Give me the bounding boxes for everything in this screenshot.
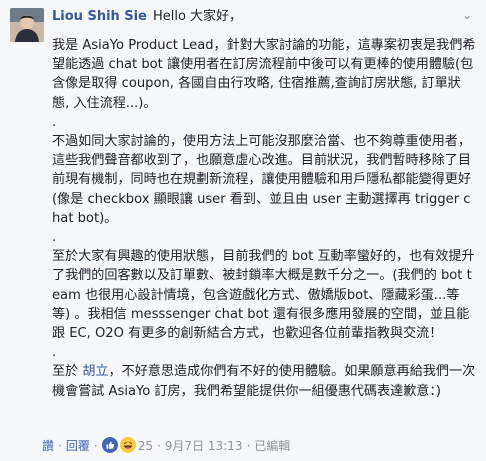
timestamp[interactable]: 9月7日 13:13	[165, 439, 243, 453]
separator: ·	[93, 439, 98, 453]
like-icon	[101, 437, 118, 453]
author-name[interactable]: Liou Shih Sie	[52, 9, 147, 24]
reaction-count: 25	[137, 439, 153, 453]
comment-header: Liou Shih Sie Hello 大家好，	[52, 8, 476, 26]
reply-button[interactable]: 回覆	[66, 439, 90, 453]
separator: ·	[156, 439, 161, 453]
like-button[interactable]: 讚	[42, 439, 54, 453]
separator-dot: .	[52, 230, 57, 246]
comment-body: 我是 AsiaYo Product Lead，針對大家討論的功能，這專案初衷是我…	[52, 36, 476, 401]
comment-bubble: Liou Shih Sie Hello 大家好， ⌄ 我是 AsiaYo Prod…	[52, 8, 476, 401]
separator-dot: .	[52, 114, 57, 130]
paragraph-2: 不過如同大家討論的，使用方法上可能沒那麼洽當、也不夠尊重使用者，這些我們聲音都收…	[52, 134, 471, 226]
edited-label[interactable]: 已編輯	[254, 439, 290, 453]
mention-link[interactable]: 胡立	[82, 364, 108, 379]
paragraph-4-prefix: 至於	[52, 364, 83, 380]
haha-icon	[119, 437, 136, 453]
separator-dot: .	[52, 345, 57, 361]
comment-actions: 讚 · 回覆 · 25 · 9月7日 13:13 · 已編輯	[42, 437, 290, 454]
paragraph-4-text: ，不好意思造成你們有不好的使用體驗。如果願意再給我們一次機會嘗試 AsiaYo …	[52, 364, 476, 399]
separator: ·	[58, 439, 62, 453]
avatar[interactable]	[10, 8, 44, 42]
reactions[interactable]: 25	[101, 437, 153, 453]
greeting-text: Hello 大家好，	[152, 9, 243, 24]
chevron-down-icon[interactable]: ⌄	[460, 8, 474, 22]
paragraph-1: 我是 AsiaYo Product Lead，針對大家討論的功能，這專案初衷是我…	[52, 38, 476, 111]
paragraph-3: 至於大家有興趣的使用狀態，目前我們的 bot 互動率蠻好的，也有效提升了我們的回…	[52, 249, 475, 342]
avatar-image	[10, 8, 44, 42]
separator: ·	[246, 439, 251, 453]
